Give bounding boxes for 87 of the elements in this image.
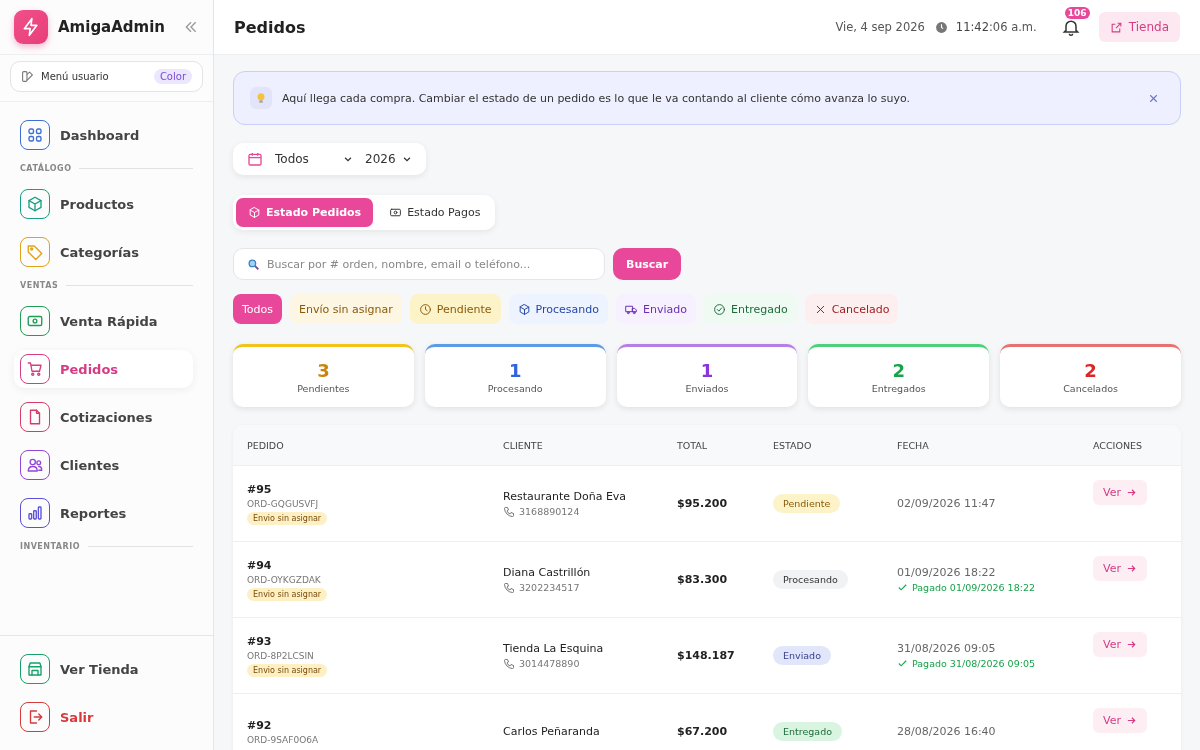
page-title: Pedidos bbox=[234, 17, 306, 37]
order-code: ORD-OYKGZDAK bbox=[247, 574, 321, 585]
order-code: ORD-8P2LCSIN bbox=[247, 650, 314, 661]
order-code: ORD-9SAF0O6A bbox=[247, 734, 319, 745]
column-header: TOTAL bbox=[677, 439, 709, 451]
customer-name: Carlos Peñaranda bbox=[503, 725, 600, 738]
count-value: 2 bbox=[1084, 360, 1097, 381]
info-text: Aquí llega cada compra. Cambiar el estado de un pedido es lo que le va contando al cliente cómo avanza lo suyo. bbox=[282, 91, 911, 105]
shipping-badge: Envio sin asignar bbox=[247, 511, 328, 525]
nav-item[interactable]: Salir bbox=[14, 698, 193, 736]
nav-item[interactable]: Categorías bbox=[14, 233, 193, 271]
status-badge: Procesando bbox=[773, 570, 848, 589]
nav-item[interactable]: Clientes bbox=[14, 446, 193, 484]
store-button[interactable]: Tienda bbox=[1098, 12, 1180, 42]
status-badge: Pendiente bbox=[773, 494, 841, 513]
color-badge: Color bbox=[153, 69, 192, 84]
column-header: FECHA bbox=[897, 439, 930, 451]
count-label: Procesando bbox=[487, 383, 543, 394]
time-text: 11:42:06 a.m. bbox=[955, 20, 1037, 34]
shipping-badge: Envio sin asignar bbox=[247, 663, 328, 677]
section-heading: INVENTARIO bbox=[20, 542, 80, 551]
view-button[interactable]: Ver bbox=[1093, 556, 1147, 581]
tab[interactable]: Estado Pedidos bbox=[236, 198, 374, 227]
filter-chip[interactable]: Cancelado bbox=[804, 294, 899, 324]
section-heading: VENTAS bbox=[20, 281, 59, 290]
column-header: CLIENTE bbox=[503, 439, 544, 451]
shipping-badge: Envio sin asignar bbox=[247, 587, 328, 601]
count-value: 2 bbox=[892, 360, 906, 381]
customer-name: Tienda La Esquina bbox=[503, 641, 604, 655]
order-code: ORD-GQGUSVFJ bbox=[247, 498, 319, 509]
order-date: 01/09/2026 18:22 bbox=[897, 566, 996, 579]
view-button[interactable]: Ver bbox=[1093, 632, 1147, 657]
date-text: Vie, 4 sep 2026 bbox=[835, 20, 925, 34]
payment-status: Pagado 31/08/2026 09:05 bbox=[912, 658, 1035, 669]
order-number: #92 bbox=[247, 718, 272, 732]
order-total: $95.200 bbox=[677, 497, 728, 510]
customer-name: Diana Castrillón bbox=[503, 565, 591, 579]
order-date: 02/09/2026 11:47 bbox=[897, 497, 996, 510]
order-number: #93 bbox=[247, 634, 272, 648]
order-date: 28/08/2026 16:40 bbox=[897, 725, 996, 738]
count-value: 3 bbox=[317, 360, 330, 381]
order-number: #95 bbox=[247, 482, 272, 496]
count-label: Cancelados bbox=[1063, 383, 1118, 394]
filter-chip[interactable]: Envío sin asignar bbox=[290, 294, 402, 324]
filter-chip[interactable]: Todos bbox=[233, 294, 283, 324]
count-value: 1 bbox=[700, 360, 714, 381]
column-header: ESTADO bbox=[773, 439, 813, 451]
nav-item[interactable]: Reportes bbox=[14, 494, 193, 532]
nav-item[interactable]: Dashboard bbox=[14, 116, 193, 154]
column-header: ACCIONES bbox=[1093, 439, 1144, 451]
phone-number: 3202234517 bbox=[519, 582, 580, 593]
nav-item[interactable]: Venta Rápida bbox=[14, 302, 193, 340]
phone-number: 3014478890 bbox=[519, 658, 580, 669]
nav-item[interactable]: Productos bbox=[14, 185, 193, 223]
filter-chip[interactable]: Pendiente bbox=[409, 294, 501, 324]
filter-chip[interactable]: Entregado bbox=[703, 294, 797, 324]
payment-status: Pagado 01/09/2026 18:22 bbox=[912, 582, 1035, 593]
brand-name: AmigaAdmin bbox=[58, 18, 167, 36]
year-select[interactable]: 2026 bbox=[365, 152, 412, 166]
search-field[interactable]: Buscar por # orden, nombre, email o teléfono... bbox=[233, 248, 605, 280]
tab[interactable]: Estado Pagos bbox=[377, 198, 493, 227]
status-badge: Entregado bbox=[773, 722, 842, 741]
column-header: PEDIDO bbox=[247, 439, 285, 451]
notification-badge: 106 bbox=[1064, 7, 1090, 19]
phone-number: 3168890124 bbox=[519, 506, 580, 517]
order-number: #94 bbox=[247, 558, 272, 572]
section-heading: CATÁLOGO bbox=[20, 164, 72, 173]
nav-item[interactable]: Pedidos bbox=[14, 350, 193, 388]
month-select[interactable]: Todos bbox=[275, 152, 353, 166]
filter-chip[interactable]: Procesando bbox=[508, 294, 608, 324]
view-button[interactable]: Ver bbox=[1093, 480, 1147, 505]
user-menu-button[interactable]: Menú usuario Color bbox=[10, 61, 203, 92]
filter-chip[interactable]: Enviado bbox=[616, 294, 696, 324]
count-label: Pendientes bbox=[297, 383, 350, 394]
count-value: 1 bbox=[508, 360, 522, 381]
status-badge: Enviado bbox=[773, 646, 831, 665]
search-button[interactable]: Buscar bbox=[613, 248, 682, 280]
customer-name: Restaurante Doña Eva bbox=[503, 489, 627, 503]
view-button[interactable]: Ver bbox=[1093, 708, 1147, 733]
order-total: $83.300 bbox=[677, 573, 728, 586]
nav-item[interactable]: Cotizaciones bbox=[14, 398, 193, 436]
order-total: $67.200 bbox=[677, 725, 728, 738]
nav-item[interactable]: Ver Tienda bbox=[14, 650, 193, 688]
order-date: 31/08/2026 09:05 bbox=[897, 642, 996, 655]
count-label: Enviados bbox=[685, 383, 729, 394]
count-label: Entregados bbox=[871, 383, 926, 394]
order-total: $148.187 bbox=[677, 649, 735, 662]
